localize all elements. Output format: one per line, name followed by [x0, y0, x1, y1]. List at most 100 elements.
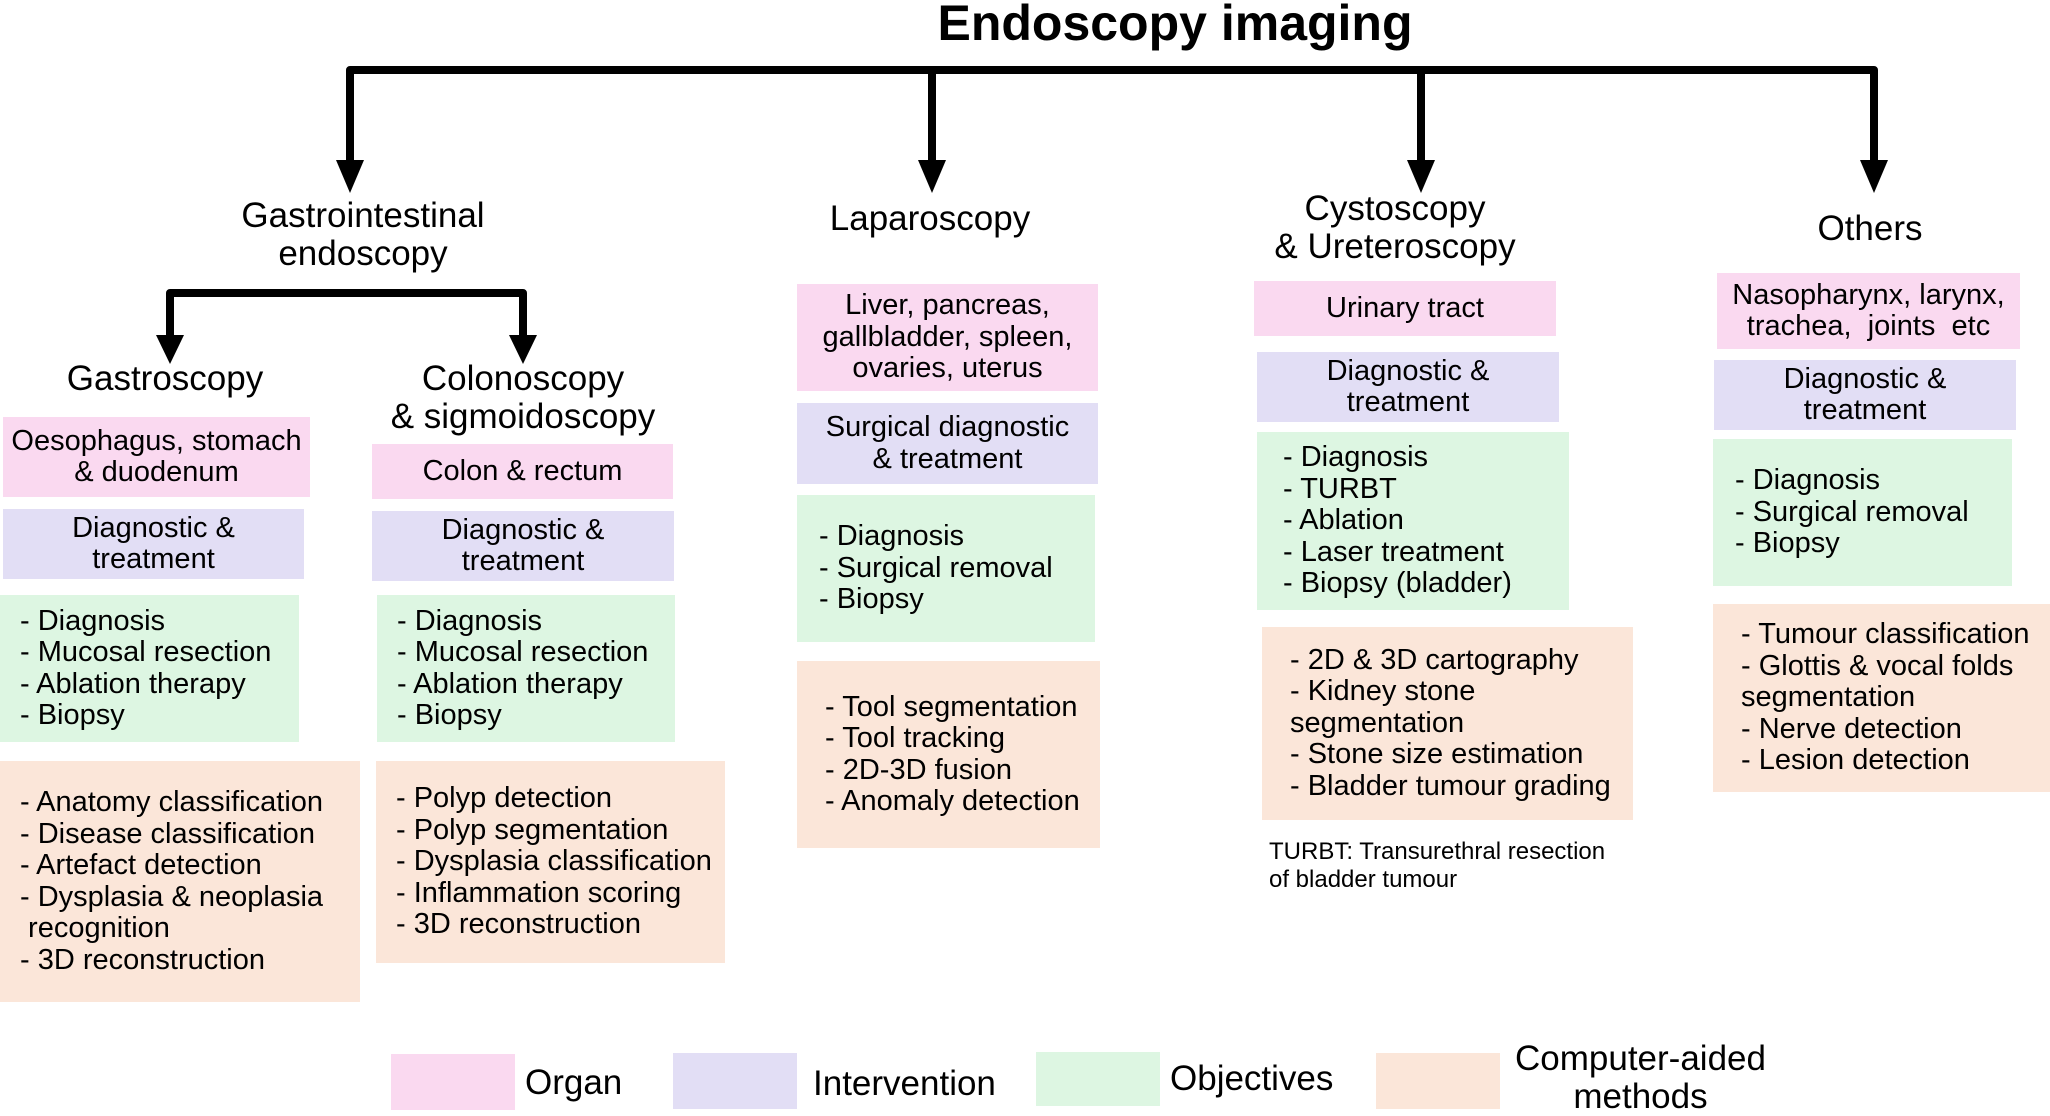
box-line: - Polyp detection	[396, 782, 613, 815]
box-line: - Diagnosis	[1735, 464, 1881, 497]
box-line: - Surgical removal	[819, 551, 1053, 584]
box-line: - 3D reconstruction	[396, 908, 641, 941]
box-line: - Polyp segmentation	[396, 813, 669, 846]
box-line: - Anatomy classification	[20, 786, 324, 818]
colonoscopy-organ-box: Colon & rectum	[372, 444, 673, 499]
subcategory-gastroscopy: Gastroscopy	[15, 360, 315, 398]
box-line: - Nerve detection	[1741, 712, 1962, 745]
others-intervention-box: Diagnostic & treatment	[1714, 360, 2016, 430]
others-objectives-box: - Diagnosis - Surgical removal - Biopsy	[1713, 439, 2012, 586]
box-line: & treatment	[872, 442, 1023, 475]
others-organ-box: Nasopharynx, larynx, trachea, joints etc	[1717, 273, 2020, 349]
box-line: - 2D & 3D cartography	[1290, 643, 1579, 676]
box-line: recognition	[20, 912, 170, 944]
cystoscopy-methods-box: - 2D & 3D cartography - Kidney stone seg…	[1262, 627, 1633, 820]
box-line: - Tumour classification	[1741, 618, 2030, 651]
colonoscopy-methods-box: - Polyp detection - Polyp segmentation -…	[376, 761, 725, 963]
legend-label-line: Computer-aided	[1515, 1039, 1766, 1078]
box-line: - Disease classification	[20, 817, 315, 850]
box-line: - Tool tracking	[825, 722, 1005, 754]
box-line: - Biopsy	[819, 583, 924, 616]
gastroscopy-organ-box: Oesophagus, stomach & duodenum	[3, 417, 310, 497]
box-line: - Inflammation scoring	[396, 876, 682, 909]
box-line: - Mucosal resection	[397, 636, 649, 668]
others-methods-box: - Tumour classification - Glottis & voca…	[1713, 604, 2050, 792]
laparoscopy-methods-box: - Tool segmentation - Tool tracking - 2D…	[797, 661, 1100, 848]
box-line: Colon & rectum	[422, 454, 623, 487]
gastroscopy-intervention-box: Diagnostic & treatment	[3, 509, 304, 579]
box-line: Diagnostic &	[441, 513, 605, 546]
box-line: - Tool segmentation	[825, 690, 1078, 723]
legend-swatch-objectives	[1036, 1052, 1160, 1106]
box-line: - Dysplasia classification	[396, 845, 712, 878]
category-label-line: Cystoscopy	[1304, 189, 1486, 228]
box-line: - TURBT	[1283, 472, 1397, 505]
box-line: - Ablation therapy	[397, 667, 623, 700]
box-line: segmentation	[1741, 681, 1916, 714]
colonoscopy-intervention-box: Diagnostic & treatment	[372, 511, 674, 581]
box-line: - Biopsy (bladder)	[1283, 567, 1512, 600]
category-label-line: Laparoscopy	[829, 199, 1031, 238]
box-line: - Dysplasia & neoplasia	[20, 880, 324, 913]
box-line: - Biopsy	[397, 699, 502, 731]
box-line: treatment	[92, 543, 215, 575]
box-line: trachea, joints etc	[1746, 310, 1991, 342]
box-line: treatment	[1346, 386, 1470, 418]
legend-swatch-organ	[391, 1054, 515, 1110]
box-line: - Bladder tumour grading	[1290, 769, 1611, 802]
box-line: Liver, pancreas,	[845, 289, 1050, 322]
category-label-line: Others	[1817, 209, 1923, 248]
arrowhead-laparoscopy-icon	[918, 160, 946, 193]
box-line: gallbladder, spleen,	[822, 320, 1073, 353]
box-line: - Lesion detection	[1741, 744, 1970, 777]
legend-label-line: methods	[1573, 1077, 1708, 1116]
legend-label-methods: Computer-aided methods	[1515, 1040, 1766, 1116]
box-line: - Glottis & vocal folds	[1741, 649, 2014, 682]
cystoscopy-objectives-box: - Diagnosis - TURBT - Ablation - Laser t…	[1257, 432, 1569, 610]
box-line: - Mucosal resection	[20, 636, 272, 668]
colonoscopy-objectives-box: - Diagnosis - Mucosal resection - Ablati…	[377, 595, 675, 742]
box-line: - Ablation therapy	[20, 667, 246, 700]
box-line: Diagnostic &	[72, 511, 235, 544]
subcategory-colonoscopy: Colonoscopy & sigmoidoscopy	[373, 360, 673, 436]
legend-label-objectives: Objectives	[1170, 1059, 1334, 1098]
laparoscopy-organ-box: Liver, pancreas, gallbladder, spleen, ov…	[797, 284, 1098, 391]
box-line: - Biopsy	[1735, 527, 1840, 560]
box-line: - 2D-3D fusion	[825, 753, 1012, 786]
category-cystoscopy: Cystoscopy & Ureteroscopy	[1245, 190, 1545, 266]
subcategory-label-line: Colonoscopy	[421, 359, 625, 398]
footnote-line: TURBT: Transurethral resection	[1269, 838, 1606, 865]
box-line: - Laser treatment	[1283, 535, 1504, 568]
category-label-line: & Ureteroscopy	[1274, 227, 1516, 266]
box-line: treatment	[461, 545, 585, 577]
diagram-title: Endoscopy imaging	[937, 0, 1413, 51]
laparoscopy-objectives-box: - Diagnosis - Surgical removal - Biopsy	[797, 495, 1095, 642]
legend-swatch-intervention	[673, 1053, 797, 1109]
cystoscopy-organ-box: Urinary tract	[1254, 281, 1556, 336]
category-laparoscopy: Laparoscopy	[780, 200, 1080, 238]
category-label-line: endoscopy	[278, 234, 448, 273]
box-line: - 3D reconstruction	[20, 943, 265, 976]
box-line: Surgical diagnostic	[825, 411, 1070, 443]
arrowhead-gi-icon	[336, 160, 364, 193]
box-line: - Surgical removal	[1735, 495, 1969, 528]
category-gastrointestinal: Gastrointestinal endoscopy	[213, 197, 513, 273]
box-line: - Diagnosis	[819, 520, 965, 553]
box-line: - Diagnosis	[1283, 441, 1429, 474]
box-line: - Ablation	[1283, 504, 1404, 537]
box-line: Oesophagus, stomach	[11, 424, 302, 457]
cystoscopy-intervention-box: Diagnostic & treatment	[1257, 352, 1559, 422]
turbt-footnote: TURBT: Transurethral resection of bladde…	[1269, 838, 1605, 894]
gastroscopy-objectives-box: - Diagnosis - Mucosal resection - Ablati…	[0, 595, 299, 742]
subcategory-label-line: & sigmoidoscopy	[390, 397, 656, 436]
gi-sub-connector-bar	[166, 289, 527, 345]
box-line: - Diagnosis	[397, 604, 543, 637]
laparoscopy-intervention-box: Surgical diagnostic & treatment	[797, 403, 1098, 484]
box-line: - Kidney stone	[1290, 675, 1476, 708]
arrowhead-others-icon	[1860, 160, 1888, 193]
gastroscopy-methods-box: - Anatomy classification - Disease class…	[0, 761, 360, 1002]
box-line: Urinary tract	[1326, 291, 1484, 324]
category-others: Others	[1720, 210, 2020, 248]
box-line: ovaries, uterus	[852, 352, 1043, 385]
box-line: Diagnostic &	[1783, 362, 1947, 395]
